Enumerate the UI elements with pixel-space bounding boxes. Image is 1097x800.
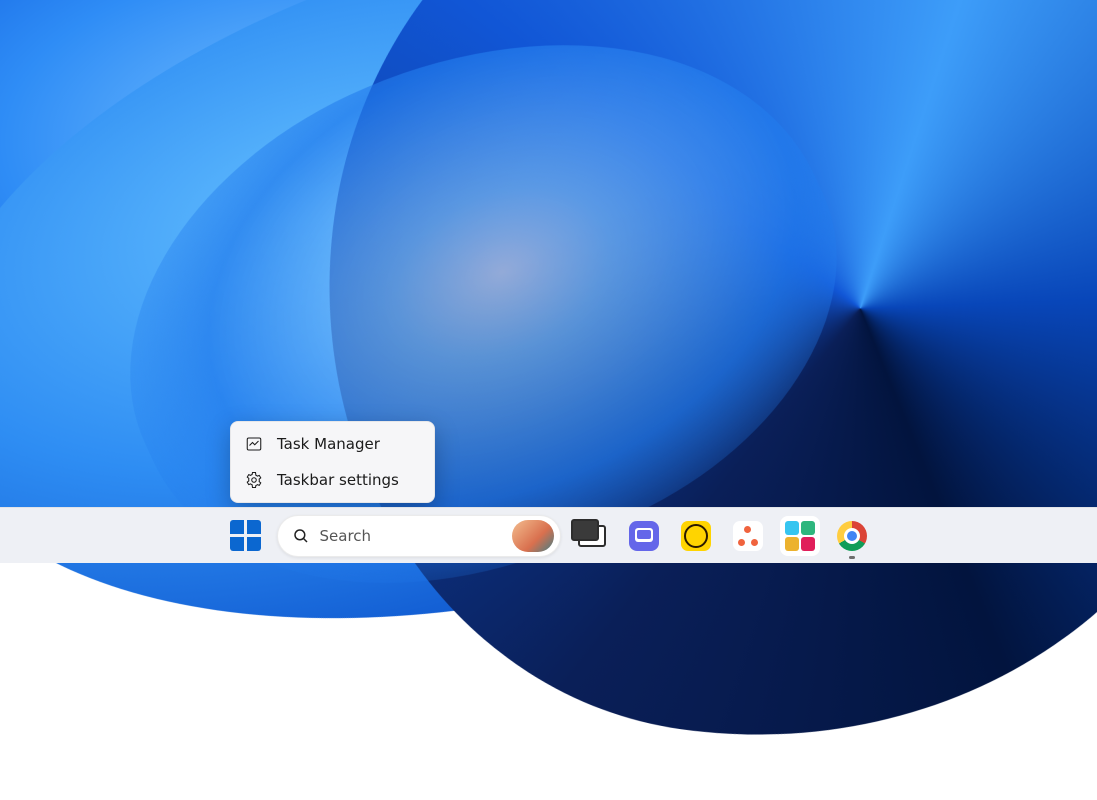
context-item-task-manager[interactable]: Task Manager [235,426,430,462]
slack-icon [780,516,820,556]
task-view-button[interactable] [571,515,613,557]
task-manager-icon [245,435,263,453]
search-placeholder: Search [320,527,502,545]
asana-icon [733,521,763,551]
desktop-wallpaper[interactable] [0,0,1097,563]
taskbar-app-slack[interactable] [779,515,821,557]
context-item-label: Taskbar settings [277,471,399,489]
gear-icon [245,471,263,489]
taskbar-app-chrome[interactable] [831,515,873,557]
task-view-icon [578,525,606,547]
teams-icon [629,521,659,551]
taskbar-context-menu: Task Manager Taskbar settings [230,421,435,503]
windows-logo-icon [230,520,261,551]
context-item-label: Task Manager [277,435,380,453]
taskbar-app-yellow[interactable] [675,515,717,557]
taskbar-app-teams[interactable] [623,515,665,557]
search-highlight-icon[interactable] [512,520,554,552]
start-button[interactable] [225,515,267,557]
search-box[interactable]: Search [277,515,561,557]
search-icon [292,527,310,545]
taskbar-app-asana[interactable] [727,515,769,557]
context-item-taskbar-settings[interactable]: Taskbar settings [235,462,430,498]
yellow-circle-app-icon [681,521,711,551]
chrome-icon [837,521,867,551]
taskbar[interactable]: Search [0,507,1097,563]
